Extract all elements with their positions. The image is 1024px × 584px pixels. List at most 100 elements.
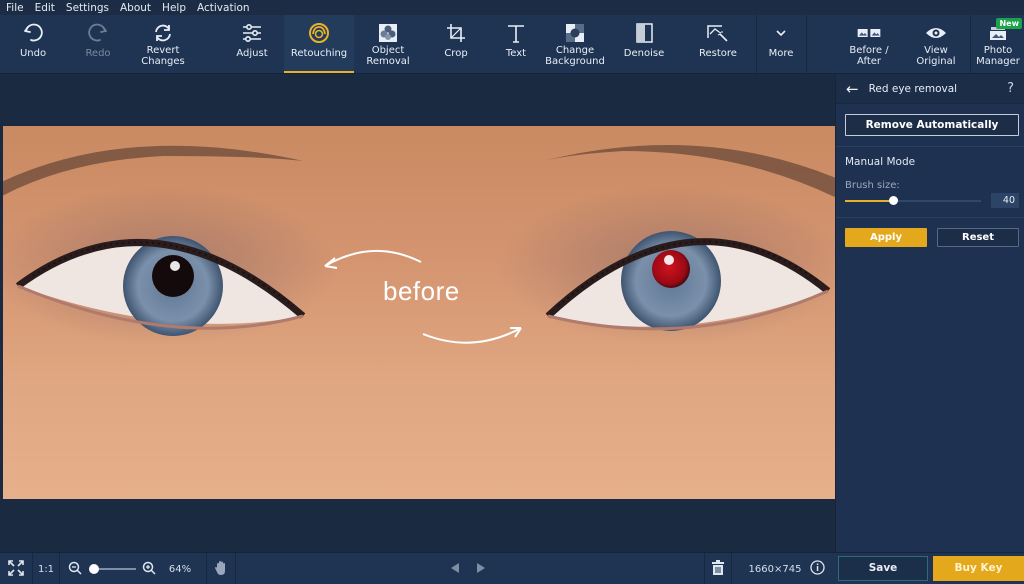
more-label: More: [768, 48, 794, 59]
new-badge: New: [996, 18, 1022, 29]
before-after-button[interactable]: Before / After: [840, 15, 898, 73]
restore-label: Restore: [699, 48, 737, 59]
menu-edit[interactable]: Edit: [35, 2, 55, 14]
retouching-button[interactable]: Retouching: [284, 15, 354, 73]
menu-bar: File Edit Settings About Help Activation: [0, 0, 1024, 15]
triangle-right-icon: [476, 562, 486, 577]
before-overlay-text: before: [383, 276, 460, 306]
zoom-out-icon: [68, 561, 82, 578]
undo-label: Undo: [19, 48, 47, 59]
toolbar: Undo Redo Revert Changes Adjust Retouchi…: [0, 15, 1024, 74]
adjust-button[interactable]: Adjust: [222, 15, 282, 73]
menu-settings[interactable]: Settings: [66, 2, 109, 14]
object-removal-icon: [376, 22, 400, 44]
before-after-label: Before / After: [849, 45, 889, 67]
view-original-label: View Original: [916, 45, 956, 67]
denoise-button[interactable]: Denoise: [616, 15, 672, 73]
info-icon: [809, 560, 825, 578]
revert-label: Revert Changes: [141, 45, 185, 67]
change-background-icon: [563, 22, 587, 44]
crop-label: Crop: [444, 48, 468, 59]
hand-icon: [214, 560, 228, 579]
help-icon[interactable]: ?: [1007, 81, 1014, 96]
menu-file[interactable]: File: [6, 2, 24, 14]
divider: [836, 146, 1024, 147]
brush-size-input[interactable]: 40: [991, 193, 1019, 208]
fit-screen-icon: [8, 559, 24, 579]
hand-tool-button[interactable]: [207, 553, 235, 584]
reset-button[interactable]: Reset: [937, 228, 1019, 247]
undo-button[interactable]: Undo: [6, 15, 60, 73]
image-info-button[interactable]: [807, 553, 827, 584]
brush-size-slider[interactable]: [845, 196, 981, 205]
brush-size-label: Brush size:: [845, 180, 900, 191]
adjust-label: Adjust: [236, 48, 268, 59]
denoise-label: Denoise: [623, 48, 665, 59]
retouching-label: Retouching: [290, 48, 348, 59]
object-removal-label: Object Removal: [366, 45, 410, 67]
zoom-in-icon: [142, 561, 156, 578]
status-divider: [731, 553, 732, 584]
back-arrow-icon[interactable]: ←: [846, 80, 859, 98]
delete-button[interactable]: [705, 553, 731, 584]
menu-activation[interactable]: Activation: [197, 2, 250, 14]
save-button[interactable]: Save: [838, 556, 928, 581]
photo-manager-label: Photo Manager: [976, 45, 1020, 67]
view-original-button[interactable]: View Original: [906, 15, 966, 73]
revert-changes-button[interactable]: Revert Changes: [130, 15, 196, 73]
restore-button[interactable]: Restore: [688, 15, 748, 73]
crop-icon: [444, 22, 468, 44]
panel-header: ← Red eye removal ?: [836, 74, 1024, 104]
redo-button[interactable]: Redo: [70, 15, 126, 73]
buy-key-button[interactable]: Buy Key: [933, 556, 1024, 581]
menu-about[interactable]: About: [120, 2, 151, 14]
fit-to-screen-button[interactable]: [0, 553, 32, 584]
photo-editor-window: File Edit Settings About Help Activation…: [0, 0, 1024, 584]
previous-image-button[interactable]: [446, 553, 464, 584]
toolbar-divider: [806, 15, 807, 73]
revert-icon: [151, 22, 175, 44]
menu-help[interactable]: Help: [162, 2, 186, 14]
zoom-slider-handle[interactable]: [89, 564, 99, 574]
photo-preview[interactable]: before: [3, 126, 835, 499]
remove-automatically-button[interactable]: Remove Automatically: [845, 114, 1019, 136]
image-canvas[interactable]: before: [0, 74, 835, 552]
trash-icon: [712, 560, 724, 578]
next-image-button[interactable]: [472, 553, 490, 584]
slider-handle[interactable]: [888, 196, 898, 205]
apply-button[interactable]: Apply: [845, 228, 927, 247]
toolbar-divider: [970, 15, 971, 73]
more-button[interactable]: More: [758, 15, 804, 73]
divider: [836, 217, 1024, 218]
before-after-icon: [857, 22, 881, 44]
zoom-out-button[interactable]: [66, 553, 84, 584]
zoom-in-button[interactable]: [140, 553, 158, 584]
redo-label: Redo: [85, 48, 111, 59]
object-removal-button[interactable]: Object Removal: [358, 15, 418, 73]
text-button[interactable]: Text: [492, 15, 540, 73]
change-background-button[interactable]: Change Background: [542, 15, 608, 73]
retouching-face-icon: [307, 22, 331, 44]
photo-manager-button[interactable]: Photo Manager New: [972, 15, 1024, 73]
redo-icon: [86, 22, 110, 44]
change-background-label: Change Background: [545, 45, 605, 67]
text-icon: [504, 22, 528, 44]
image-dimensions: 1660×745: [748, 563, 802, 575]
eye-icon: [924, 22, 948, 44]
triangle-left-icon: [450, 562, 460, 577]
actual-size-button[interactable]: 1:1: [33, 553, 59, 584]
red-eye-panel: ← Red eye removal ? Remove Automatically…: [835, 74, 1024, 552]
toolbar-divider: [756, 15, 757, 73]
crop-button[interactable]: Crop: [430, 15, 482, 73]
status-divider: [59, 553, 60, 584]
face-photo: [3, 126, 835, 499]
text-label: Text: [505, 48, 527, 59]
panel-title: Red eye removal: [868, 82, 958, 95]
restore-wand-icon: [706, 22, 730, 44]
undo-icon: [21, 22, 45, 44]
adjust-sliders-icon: [240, 22, 264, 44]
denoise-icon: [632, 22, 656, 44]
manual-mode-heading: Manual Mode: [845, 156, 916, 168]
status-divider: [235, 553, 236, 584]
slider-fill: [845, 200, 893, 202]
